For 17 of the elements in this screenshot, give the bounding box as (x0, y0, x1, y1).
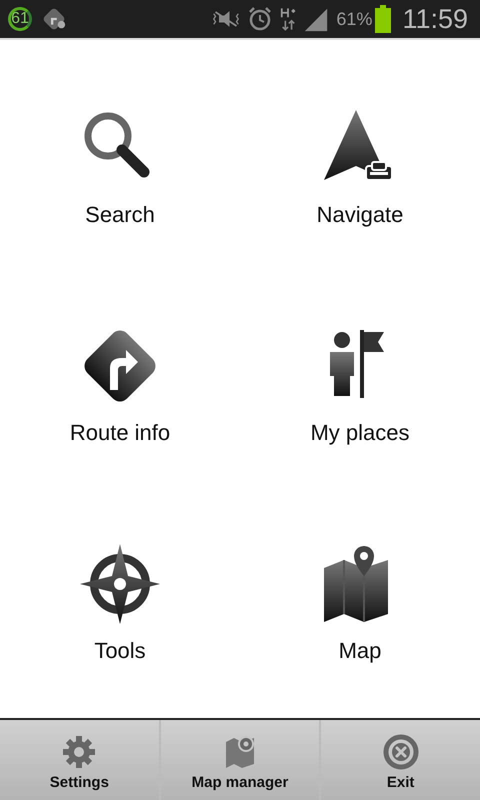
menu-item[interactable]: Navigate (316, 108, 404, 228)
compass-rose-icon (80, 544, 160, 624)
menu-item[interactable]: Route info (70, 326, 170, 446)
toolbar-button[interactable]: Map manager (160, 720, 320, 800)
clock-time: 11:59 (402, 4, 468, 34)
toolbar-button[interactable]: Exit (321, 720, 480, 800)
menu-item[interactable]: My places (310, 326, 410, 446)
close-icon (382, 734, 419, 770)
toolbar-button[interactable]: Settings (0, 720, 159, 800)
battery-percentage: 61% (336, 8, 372, 30)
gear-icon (61, 734, 98, 770)
network-data-icon (280, 6, 296, 32)
battery-icon (374, 5, 392, 33)
menu-item[interactable]: Tools (80, 544, 160, 664)
menu-item[interactable]: Map (320, 544, 400, 664)
counter-badge: 61 (8, 7, 32, 31)
menu-item[interactable]: Search (80, 108, 160, 228)
